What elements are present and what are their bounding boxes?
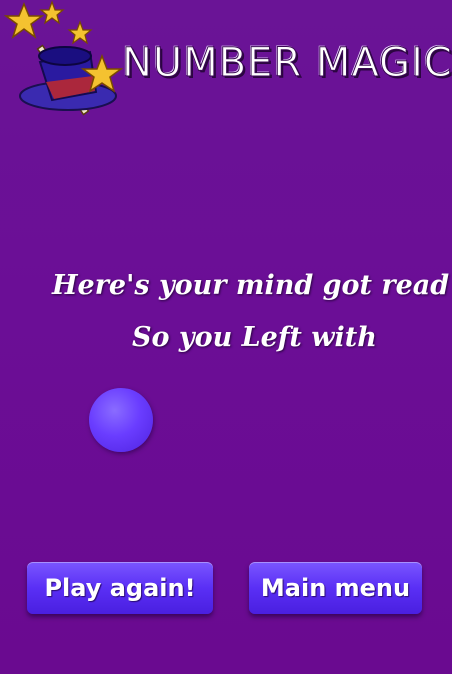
app-title: NUMBER MAGIC: [122, 40, 452, 87]
magic-hat-icon: [3, 0, 124, 116]
result-message-line2: So you Left with: [132, 322, 377, 353]
play-again-button[interactable]: Play again!: [27, 562, 213, 614]
app-header: NUMBER MAGIC: [0, 0, 452, 130]
result-ball-icon: [89, 388, 153, 452]
result-message-line1: Here's your mind got read: [52, 270, 450, 301]
main-menu-button[interactable]: Main menu: [249, 562, 422, 614]
